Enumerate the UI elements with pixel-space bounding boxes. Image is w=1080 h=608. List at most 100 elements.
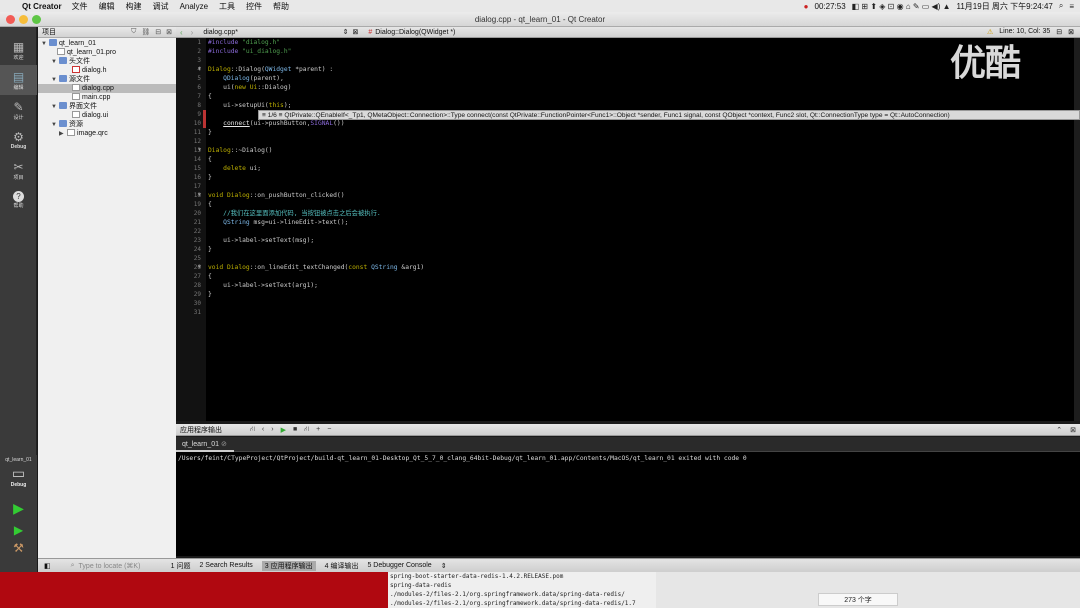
code-line[interactable]: ui(new Ui::Dialog) [206, 83, 1074, 92]
mode-debug[interactable]: ⚙ Debug [0, 125, 37, 155]
code-line[interactable]: } [206, 245, 1074, 254]
symbol-selector[interactable]: # Dialog::Dialog(QWidget *) [362, 29, 455, 36]
code-editor[interactable]: #include "dialog.h" #include "ui_dialog.h… [206, 38, 1074, 421]
fold-marker-icon[interactable]: ▼ [198, 65, 201, 74]
tree-item-sources[interactable]: ▼ 源文件 [38, 75, 176, 84]
maximize-icon[interactable]: ⌃ [1056, 426, 1062, 434]
fold-marker-icon[interactable]: ▼ [198, 191, 201, 200]
code-line[interactable] [206, 227, 1074, 236]
code-line[interactable]: #include "ui_dialog.h" [206, 47, 1074, 56]
status-icons[interactable]: ◧ ⊞ ⬆ ◈ ⊡ ◉ ⌂ ✎ ▭ ◀) ▲ [852, 2, 951, 11]
forward-arrow-icon[interactable]: › [187, 28, 198, 37]
mode-projects[interactable]: ✂ 项目 [0, 155, 37, 185]
app-menu[interactable]: Qt Creator [22, 2, 62, 11]
code-line[interactable]: #include "dialog.h" [206, 38, 1074, 47]
record-icon[interactable]: ● [804, 2, 809, 11]
tree-item-resources[interactable]: ▼ 资源 [38, 120, 176, 129]
application-output[interactable]: /Users/feint/CTypeProject/QtProject/buil… [176, 452, 1080, 556]
zoom-out-icon[interactable]: − [327, 426, 331, 433]
output-tab-qt-learn-01[interactable]: qt_learn_01 ⊘ [176, 437, 234, 452]
tree-item-headers[interactable]: ▼ 头文件 [38, 57, 176, 66]
target-project[interactable]: qt_learn_01 [0, 455, 37, 463]
tree-item-image-qrc[interactable]: ▶ image.qrc [38, 129, 176, 138]
run-button[interactable]: ▶ [0, 500, 37, 517]
code-line[interactable]: delete ui; [206, 164, 1074, 173]
close-editor-icon[interactable]: ⊠ [1068, 28, 1074, 36]
search-icon[interactable]: ⌕ [1059, 1, 1063, 11]
mode-edit[interactable]: ▤ 编辑 [0, 65, 37, 95]
code-line[interactable]: QString msg=ui->lineEdit->text(); [206, 218, 1074, 227]
filter-icon[interactable]: ⛉ [131, 28, 136, 36]
menu-build[interactable]: 构建 [126, 1, 142, 12]
mode-welcome[interactable]: ▦ 欢迎 [0, 35, 37, 65]
code-line[interactable] [206, 56, 1074, 65]
build-button[interactable]: ⚒ [0, 541, 37, 555]
tree-item-forms[interactable]: ▼ 界面文件 [38, 102, 176, 111]
zoom-window-button[interactable] [32, 15, 41, 24]
code-line[interactable]: Dialog::Dialog(QWidget *parent) : [206, 65, 1074, 74]
mode-help[interactable]: ? 帮助 [0, 185, 37, 215]
code-line[interactable] [206, 137, 1074, 146]
pane-compile-output[interactable]: 4 编译输出 [325, 561, 359, 571]
code-line[interactable]: void Dialog::on_pushButton_clicked() [206, 191, 1074, 200]
code-line[interactable]: { [206, 155, 1074, 164]
close-pane-icon[interactable]: ⊠ [1070, 426, 1076, 434]
document-selector[interactable]: dialog.cpp* ⇕ ⊠ [197, 28, 362, 37]
code-line[interactable] [206, 182, 1074, 191]
minimize-window-button[interactable] [19, 15, 28, 24]
code-line[interactable]: ui->label->setText(arg1); [206, 281, 1074, 290]
chevron-updown-icon[interactable]: ⇕ [441, 562, 447, 570]
code-line[interactable]: //我们在这里面添加代码, 当按钮被点击之后会被执行. [206, 209, 1074, 218]
toggle-sidebar-icon[interactable]: ◧ [38, 562, 51, 570]
tree-item-dialog-ui[interactable]: dialog.ui [38, 111, 176, 120]
code-line[interactable]: } [206, 173, 1074, 182]
pane-debugger-console[interactable]: 5 Debugger Console [367, 562, 431, 569]
next-icon[interactable]: › [271, 426, 273, 433]
code-line[interactable]: connect(ui->pushButton,SIGNAL()) [206, 119, 1074, 128]
fold-marker-icon[interactable]: ▼ [198, 263, 201, 272]
menu-help[interactable]: 帮助 [273, 1, 289, 12]
close-tab-icon[interactable]: ⊘ [221, 441, 227, 448]
tree-item-dialog-h[interactable]: dialog.h [38, 66, 176, 75]
split-editor-icon[interactable]: ⊟ [1056, 28, 1062, 36]
pane-issues[interactable]: 1 问题 [171, 561, 191, 571]
monitor-icon[interactable]: ▭ [0, 465, 37, 482]
code-line[interactable]: } [206, 290, 1074, 299]
project-panel-title[interactable]: 项目 [42, 27, 56, 37]
stop-icon[interactable]: ■ [293, 426, 297, 433]
back-arrow-icon[interactable]: ‹ [176, 28, 187, 37]
code-line[interactable]: ui->setupUi(this); [206, 101, 1074, 110]
pane-search-results[interactable]: 2 Search Results [199, 562, 252, 569]
debug-run-button[interactable]: ▶ [0, 523, 37, 537]
rerun-icon[interactable]: ▶ [281, 426, 286, 434]
attach-debugger-icon[interactable]: ⛙ [250, 425, 255, 434]
mode-design[interactable]: ✎ 设计 [0, 95, 37, 125]
code-line[interactable] [206, 254, 1074, 263]
code-line[interactable]: { [206, 272, 1074, 281]
split-icon[interactable]: ⊟ [155, 28, 161, 36]
close-window-button[interactable] [6, 15, 15, 24]
code-line[interactable]: ui->label->setText(msg); [206, 236, 1074, 245]
previous-icon[interactable]: ‹ [262, 426, 264, 433]
code-line[interactable]: Dialog::~Dialog() [206, 146, 1074, 155]
tree-item-project[interactable]: ▼ qt_learn_01 [38, 39, 176, 48]
tree-item-main-cpp[interactable]: main.cpp [38, 93, 176, 102]
close-icon[interactable]: ⊠ [166, 28, 172, 36]
code-line[interactable]: { [206, 92, 1074, 101]
chevron-right-icon[interactable]: ▶ [59, 130, 67, 139]
list-icon[interactable]: ≡ [1069, 2, 1074, 11]
tree-item-pro-file[interactable]: qt_learn_01.pro [38, 48, 176, 57]
locator-input[interactable]: ⌕ Type to locate (⌘K) [51, 562, 171, 570]
code-line[interactable]: QDialog(parent), [206, 74, 1074, 83]
code-line[interactable]: void Dialog::on_lineEdit_textChanged(con… [206, 263, 1074, 272]
code-line[interactable]: { [206, 200, 1074, 209]
menu-widgets[interactable]: 控件 [246, 1, 262, 12]
zoom-in-icon[interactable]: + [316, 426, 320, 433]
menu-tools[interactable]: 工具 [219, 1, 235, 12]
link-icon[interactable]: ⛓ [141, 28, 150, 36]
pane-application-output[interactable]: 3 应用程序输出 [261, 560, 316, 571]
fold-marker-icon[interactable]: ▼ [198, 146, 201, 155]
menu-analyze[interactable]: Analyze [180, 2, 208, 11]
close-document-icon[interactable]: ⊠ [352, 28, 362, 36]
editor-scrollbar[interactable] [1074, 38, 1080, 421]
